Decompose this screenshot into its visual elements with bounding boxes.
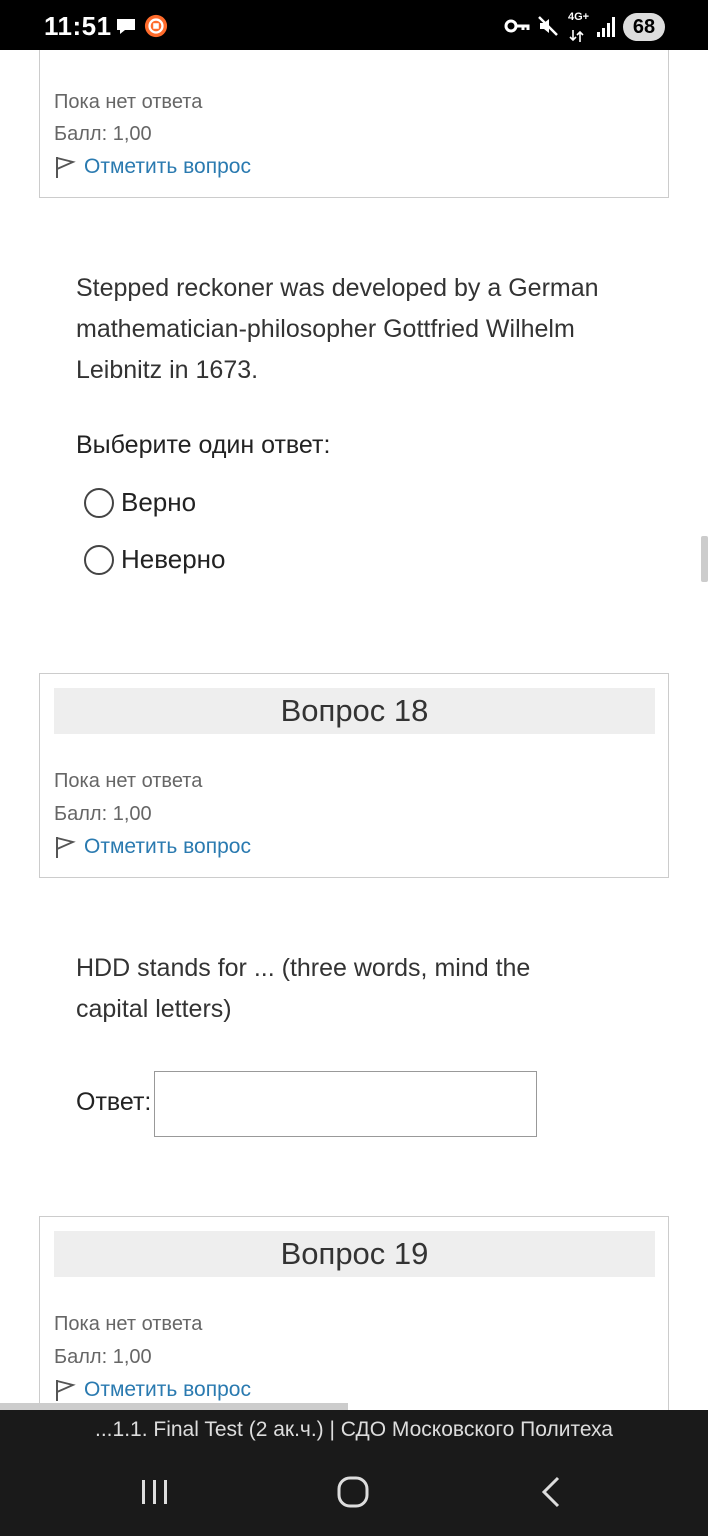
recent-apps-icon: [142, 1480, 167, 1504]
question-state: Пока нет ответа: [54, 1313, 203, 1335]
question-18-info: Вопрос 18 Пока нет ответа Балл: 1,00 Отм…: [39, 673, 669, 878]
question-18-title: Вопрос 18: [54, 688, 655, 734]
question-19-info: Вопрос 19 Пока нет ответа Балл: 1,00 Отм…: [39, 1216, 669, 1410]
status-bar: 11:51 4G+ 68: [0, 0, 708, 50]
flag-question-label: Отметить вопрос: [84, 1378, 251, 1401]
flag-icon: [56, 157, 76, 178]
flag-icon: [56, 1380, 76, 1401]
network-type: 4G+: [568, 11, 590, 23]
vpn-key-icon: [504, 19, 530, 33]
question-score: Балл: 1,00: [54, 123, 152, 145]
flag-question-link[interactable]: Отметить вопрос: [54, 835, 251, 859]
flag-question-label: Отметить вопрос: [84, 155, 251, 178]
flag-question-label: Отметить вопрос: [84, 835, 251, 858]
option-true-label: Верно: [121, 487, 197, 517]
option-true[interactable]: Верно: [84, 487, 196, 518]
back-button[interactable]: [521, 1472, 581, 1512]
mute-icon: [538, 16, 558, 36]
question-17-text: Stepped reckoner was developed by a Germ…: [76, 274, 599, 384]
radio-true[interactable]: [84, 487, 114, 518]
question-19-title: Вопрос 19: [54, 1231, 655, 1277]
browser-bottom-bar: ...1.1. Final Test (2 ак.ч.) | СДО Моско…: [0, 1410, 708, 1536]
battery-indicator: 68: [623, 13, 665, 41]
flag-question-link[interactable]: Отметить вопрос: [54, 1378, 251, 1402]
radio-false[interactable]: [84, 544, 114, 575]
question-state: Пока нет ответа: [54, 770, 203, 792]
status-time: 11:51: [44, 11, 112, 41]
scrollbar-thumb[interactable]: [701, 536, 708, 582]
answer-label: Ответ:: [76, 1088, 152, 1116]
screen-recorder-icon: [144, 14, 168, 38]
home-button[interactable]: [323, 1472, 383, 1512]
page-load-progress: [0, 1403, 348, 1410]
recent-apps-button[interactable]: [125, 1472, 185, 1512]
home-icon: [337, 1476, 369, 1508]
answer-input[interactable]: [154, 1071, 537, 1137]
flag-question-link[interactable]: Отметить вопрос: [54, 155, 251, 179]
question-score: Балл: 1,00: [54, 803, 152, 825]
back-icon: [541, 1476, 560, 1508]
question-17-info: Пока нет ответа Балл: 1,00 Отметить вопр…: [39, 50, 669, 198]
flag-icon: [56, 837, 76, 858]
chat-bubble-icon: [117, 19, 135, 34]
data-arrows-icon: [569, 30, 584, 42]
question-score: Балл: 1,00: [54, 1346, 152, 1368]
option-false[interactable]: Неверно: [84, 544, 226, 575]
option-false-label: Неверно: [121, 544, 226, 574]
page-title[interactable]: ...1.1. Final Test (2 ак.ч.) | СДО Моско…: [0, 1418, 708, 1442]
answer-prompt: Выберите один ответ:: [76, 431, 331, 459]
question-state: Пока нет ответа: [54, 91, 203, 113]
question-18-text: HDD stands for ... (three words, mind th…: [76, 954, 531, 1023]
signal-icon: [597, 17, 615, 37]
quiz-content[interactable]: Пока нет ответа Балл: 1,00 Отметить вопр…: [0, 50, 708, 1410]
